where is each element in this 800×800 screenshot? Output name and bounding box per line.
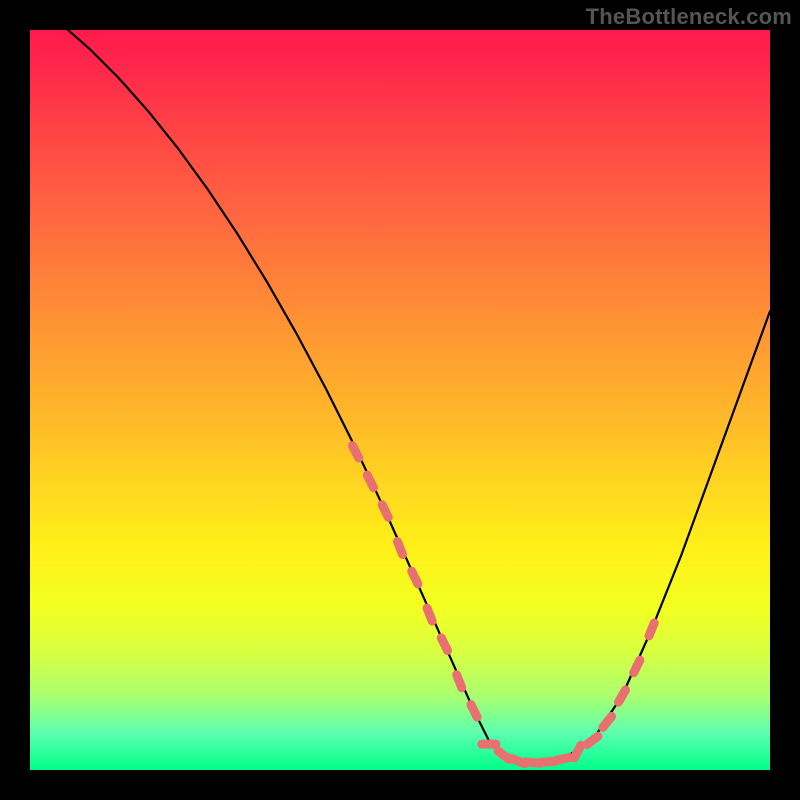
highlight-dot — [352, 446, 358, 458]
highlight-dot — [382, 505, 388, 518]
highlight-dot — [634, 660, 640, 673]
highlight-dot — [471, 705, 477, 718]
highlight-dot — [556, 758, 570, 761]
highlight-dot — [441, 638, 447, 651]
highlight-dot — [427, 608, 432, 621]
highlight-dot — [649, 623, 654, 636]
highlight-dot — [457, 675, 462, 688]
highlight-dot — [412, 571, 418, 584]
highlight-dot — [367, 475, 373, 488]
bottleneck-chart — [30, 30, 770, 770]
highlight-dot — [397, 542, 402, 555]
highlight-dot — [603, 716, 612, 727]
watermark-text: TheBottleneck.com — [586, 4, 792, 30]
bottleneck-curve-path — [30, 0, 770, 762]
highlight-dot — [619, 690, 626, 702]
highlight-dots-group — [352, 446, 654, 764]
highlight-dot — [574, 745, 580, 757]
highlight-dot — [587, 736, 598, 744]
